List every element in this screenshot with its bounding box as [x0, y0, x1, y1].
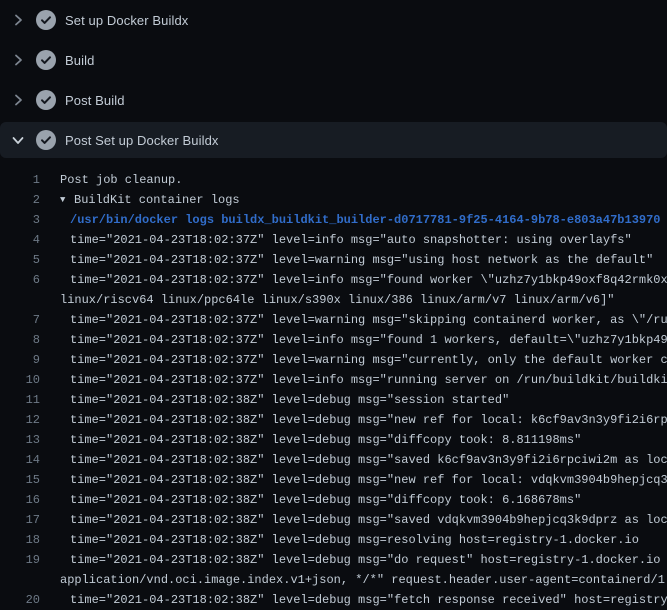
log-text: /usr/bin/docker logs buildx_buildkit_bui…	[60, 210, 661, 230]
line-number[interactable]: 9	[0, 350, 40, 370]
log-line: 4 time="2021-04-23T18:02:37Z" level=info…	[0, 230, 667, 250]
log-line: 6 time="2021-04-23T18:02:37Z" level=info…	[0, 270, 667, 290]
step-row-post-build[interactable]: Post Build	[0, 80, 667, 120]
step-label: Set up Docker Buildx	[65, 13, 188, 28]
log-line: 17 time="2021-04-23T18:02:38Z" level=deb…	[0, 510, 667, 530]
line-number[interactable]: 2	[0, 190, 40, 210]
log-text: time="2021-04-23T18:02:37Z" level=info m…	[60, 330, 667, 350]
line-number[interactable]	[0, 290, 40, 310]
line-number[interactable]: 11	[0, 390, 40, 410]
log-lines: 1 Post job cleanup. 2 ▼BuildKit containe…	[0, 160, 667, 610]
line-number[interactable]: 10	[0, 370, 40, 390]
log-line: 2 ▼BuildKit container logs	[0, 190, 667, 210]
log-text: time="2021-04-23T18:02:38Z" level=debug …	[60, 550, 667, 570]
log-text: time="2021-04-23T18:02:38Z" level=debug …	[60, 490, 581, 510]
chevron-down-icon[interactable]	[10, 132, 26, 148]
log-line: 20 time="2021-04-23T18:02:38Z" level=deb…	[0, 590, 667, 610]
line-number[interactable]: 18	[0, 530, 40, 550]
step-row-post-set-up-docker-buildx[interactable]: Post Set up Docker Buildx	[0, 122, 667, 158]
log-text: time="2021-04-23T18:02:38Z" level=debug …	[60, 590, 667, 610]
log-text: time="2021-04-23T18:02:38Z" level=debug …	[60, 430, 581, 450]
line-number[interactable]: 17	[0, 510, 40, 530]
line-number[interactable]: 3	[0, 210, 40, 230]
log-text: application/vnd.oci.image.index.v1+json,…	[60, 570, 667, 590]
log-line: 13 time="2021-04-23T18:02:38Z" level=deb…	[0, 430, 667, 450]
chevron-right-icon[interactable]	[10, 92, 26, 108]
steps-list: Set up Docker Buildx Build Post Buil	[0, 0, 667, 158]
log-line: 14 time="2021-04-23T18:02:38Z" level=deb…	[0, 450, 667, 470]
line-number[interactable]: 19	[0, 550, 40, 570]
log-line: 16 time="2021-04-23T18:02:38Z" level=deb…	[0, 490, 667, 510]
log-line: 5 time="2021-04-23T18:02:37Z" level=warn…	[0, 250, 667, 270]
group-label[interactable]: BuildKit container logs	[74, 193, 240, 207]
log-line: 7 time="2021-04-23T18:02:37Z" level=warn…	[0, 310, 667, 330]
log-text: time="2021-04-23T18:02:38Z" level=debug …	[60, 410, 667, 430]
log-line: 18 time="2021-04-23T18:02:38Z" level=deb…	[0, 530, 667, 550]
log-text: time="2021-04-23T18:02:37Z" level=info m…	[60, 370, 667, 390]
log-text: time="2021-04-23T18:02:37Z" level=warnin…	[60, 250, 653, 270]
line-number[interactable]: 5	[0, 250, 40, 270]
log-line: 10 time="2021-04-23T18:02:37Z" level=inf…	[0, 370, 667, 390]
check-circle-icon	[36, 50, 56, 70]
log-line: 12 time="2021-04-23T18:02:38Z" level=deb…	[0, 410, 667, 430]
log-text: time="2021-04-23T18:02:38Z" level=debug …	[60, 510, 667, 530]
line-number[interactable]: 12	[0, 410, 40, 430]
log-text: time="2021-04-23T18:02:37Z" level=info m…	[60, 230, 632, 250]
log-line: 15 time="2021-04-23T18:02:38Z" level=deb…	[0, 470, 667, 490]
check-circle-icon	[36, 10, 56, 30]
log-text: time="2021-04-23T18:02:37Z" level=info m…	[60, 270, 667, 290]
line-number[interactable]: 8	[0, 330, 40, 350]
log-text: time="2021-04-23T18:02:38Z" level=debug …	[60, 470, 667, 490]
log-line: application/vnd.oci.image.index.v1+json,…	[0, 570, 667, 590]
line-number[interactable]: 13	[0, 430, 40, 450]
check-circle-icon	[36, 130, 56, 150]
step-row-set-up-docker-buildx[interactable]: Set up Docker Buildx	[0, 0, 667, 40]
log-line: 3 /usr/bin/docker logs buildx_buildkit_b…	[0, 210, 667, 230]
log-text: time="2021-04-23T18:02:37Z" level=warnin…	[60, 310, 667, 330]
log-line: 9 time="2021-04-23T18:02:37Z" level=warn…	[0, 350, 667, 370]
chevron-right-icon[interactable]	[10, 52, 26, 68]
log-line: 1 Post job cleanup.	[0, 170, 667, 190]
line-number[interactable]: 15	[0, 470, 40, 490]
log-line: linux/riscv64 linux/ppc64le linux/s390x …	[0, 290, 667, 310]
step-label: Post Set up Docker Buildx	[65, 133, 219, 148]
line-number[interactable]: 20	[0, 590, 40, 610]
line-number[interactable]: 7	[0, 310, 40, 330]
group-toggle-icon[interactable]: ▼	[60, 190, 74, 210]
line-number[interactable]: 16	[0, 490, 40, 510]
log-line: 19 time="2021-04-23T18:02:38Z" level=deb…	[0, 550, 667, 570]
line-number[interactable]: 1	[0, 170, 40, 190]
log-text: time="2021-04-23T18:02:38Z" level=debug …	[60, 530, 639, 550]
log-text: time="2021-04-23T18:02:38Z" level=debug …	[60, 450, 667, 470]
log-text: ▼BuildKit container logs	[60, 190, 240, 210]
step-label: Post Build	[65, 93, 125, 108]
log-text: linux/riscv64 linux/ppc64le linux/s390x …	[60, 290, 615, 310]
line-number[interactable]: 6	[0, 270, 40, 290]
chevron-right-icon[interactable]	[10, 12, 26, 28]
log-line: 11 time="2021-04-23T18:02:38Z" level=deb…	[0, 390, 667, 410]
line-number[interactable]	[0, 570, 40, 590]
log-text: time="2021-04-23T18:02:37Z" level=warnin…	[60, 350, 667, 370]
step-row-build[interactable]: Build	[0, 40, 667, 80]
log-text: Post job cleanup.	[60, 170, 182, 190]
check-circle-icon	[36, 90, 56, 110]
step-label: Build	[65, 53, 94, 68]
line-number[interactable]: 4	[0, 230, 40, 250]
line-number[interactable]: 14	[0, 450, 40, 470]
log-text: time="2021-04-23T18:02:38Z" level=debug …	[60, 390, 509, 410]
log-line: 8 time="2021-04-23T18:02:37Z" level=info…	[0, 330, 667, 350]
